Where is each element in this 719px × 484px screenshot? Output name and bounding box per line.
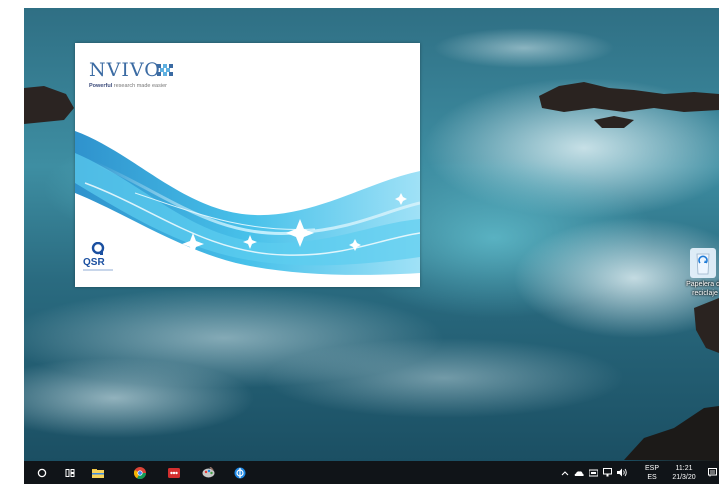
app-red-icon[interactable] [164, 461, 184, 484]
volume-icon[interactable] [615, 461, 629, 484]
chrome-icon[interactable] [130, 461, 150, 484]
nvivo-splash-screen: NVIVO Powerful research made easier QSR [75, 43, 420, 287]
taskbar: ESP ES 11:21 21/3/20 [24, 461, 719, 484]
show-hidden-icons-icon[interactable] [559, 461, 571, 484]
nvivo-logo-text: NVIVO [89, 59, 161, 81]
cortana-search-icon[interactable] [34, 461, 50, 484]
app-blue-icon[interactable] [230, 461, 250, 484]
language-indicator[interactable]: ESP ES [642, 464, 662, 482]
file-explorer-icon[interactable] [88, 461, 108, 484]
qsr-subline [83, 269, 113, 271]
notification-icon[interactable] [705, 461, 719, 484]
keyboard-layout: ES [647, 474, 657, 481]
desktop-screen: NVIVO Powerful research made easier QSR … [24, 8, 719, 484]
recycle-bin-shortcut[interactable]: Papelera de reciclaje [686, 248, 719, 308]
app-paint-icon[interactable] [198, 461, 218, 484]
recycle-bin-icon [690, 248, 716, 278]
clock-time: 11:21 [675, 465, 693, 472]
recycle-bin-label: Papelera de reciclaje [686, 281, 719, 297]
language-code: ESP [644, 465, 659, 472]
clock-date: 21/3/20 [672, 474, 696, 481]
network-icon[interactable] [601, 461, 613, 484]
task-view-icon[interactable] [62, 461, 78, 484]
onedrive-icon[interactable] [573, 461, 585, 484]
qsr-logo-text: QSR [83, 257, 105, 268]
tagline-rest: research made easier [112, 83, 167, 89]
taskbar-clock[interactable]: 11:21 21/3/20 [669, 464, 699, 482]
tagline-bold: Powerful [89, 83, 113, 89]
nvivo-tagline: Powerful research made easier [89, 83, 167, 89]
qsr-logo-icon [91, 242, 105, 255]
wifi-icon[interactable] [587, 461, 599, 484]
nvivo-dots-icon [157, 64, 173, 76]
